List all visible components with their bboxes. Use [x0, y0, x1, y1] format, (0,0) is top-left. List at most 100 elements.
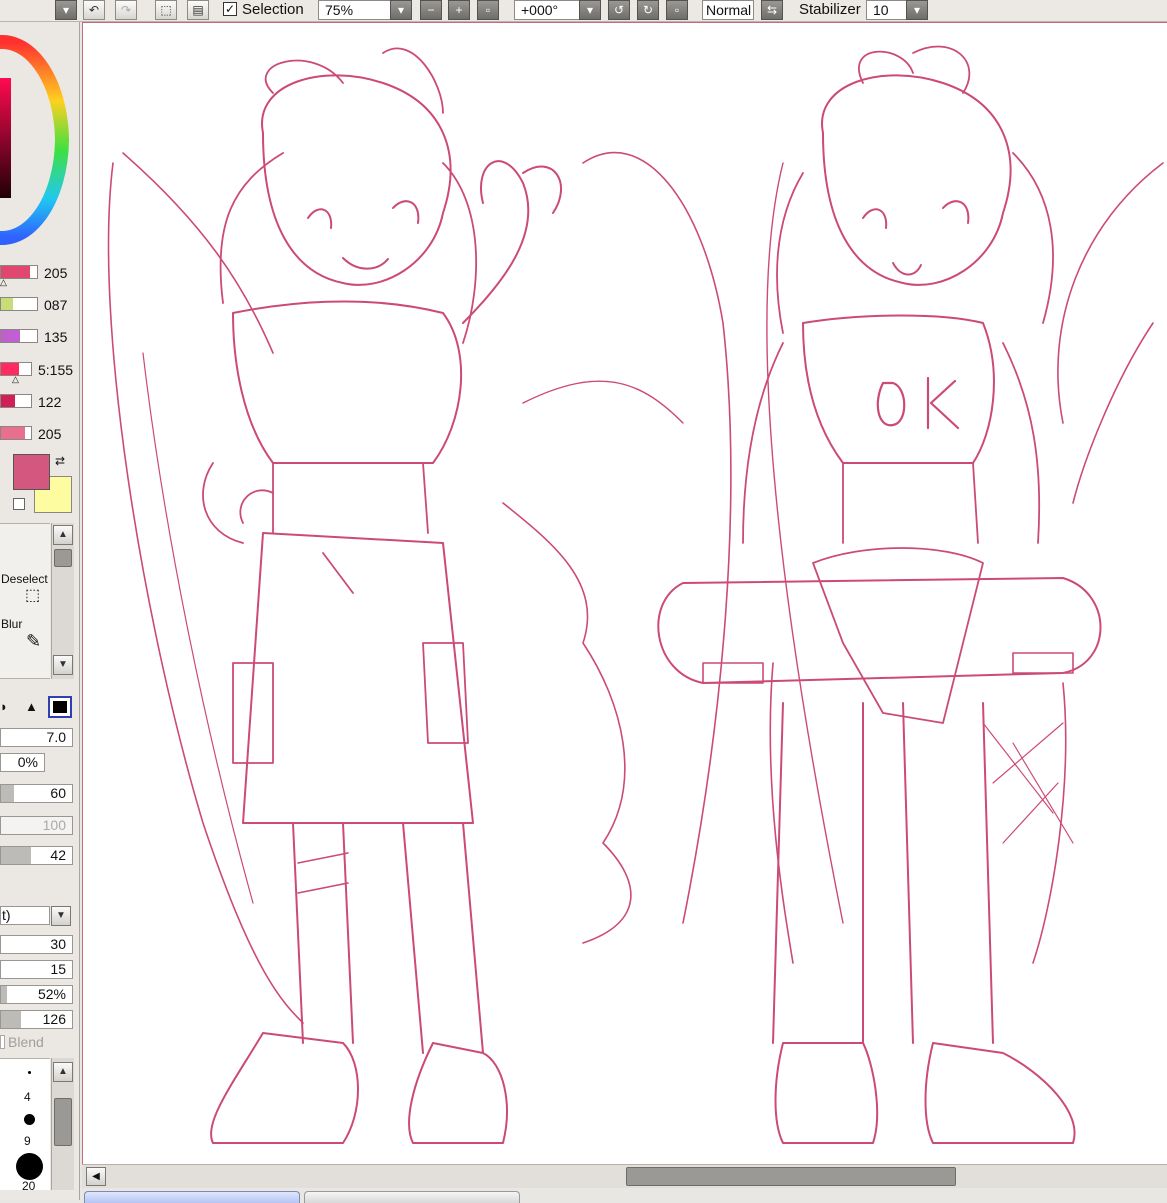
right-figure-ok-letters-stroke — [876, 376, 960, 430]
color-slider-2[interactable] — [0, 297, 38, 311]
rotation-chevron-icon[interactable]: ▾ — [579, 0, 601, 20]
param-4-field[interactable]: 126 — [0, 1010, 73, 1029]
tool-list: Deselect ⬚ Blur ✎ — [0, 523, 50, 679]
sketch-artwork[interactable] — [83, 23, 1167, 1164]
dot-size-9-icon[interactable] — [24, 1114, 35, 1125]
brush-size-value: 7.0 — [46, 729, 66, 745]
canvas-scroll-thumb[interactable] — [626, 1167, 956, 1186]
slider-marker-icon: △ — [12, 374, 19, 384]
rotate-right-icon[interactable]: ↻ — [637, 0, 659, 20]
redo-icon[interactable]: ↷ — [115, 0, 137, 20]
left-figure-sock-stroke — [297, 852, 349, 894]
param-3-bar — [1, 986, 7, 1003]
swap-colors-icon[interactable]: ⇄ — [55, 454, 65, 468]
left-figure-pockets-stroke — [232, 552, 469, 764]
color-wheel[interactable] — [0, 30, 70, 250]
param-3-value: 52% — [37, 986, 66, 1002]
center-wing-stroke — [582, 151, 732, 924]
left-figure-shorts-stroke — [242, 532, 474, 824]
deselect-icon[interactable]: ⬚ — [155, 0, 177, 20]
disabled-field: 100 — [0, 816, 73, 835]
brush-size-scrollbar[interactable]: ▲ — [51, 1058, 74, 1190]
zoom-dropdown-chevron-icon[interactable]: ▾ — [390, 0, 412, 20]
blend-mode-dropdown[interactable]: Normal — [702, 0, 754, 20]
dot-size-20-label: 20 — [22, 1179, 36, 1193]
flip-horizontal-icon[interactable]: ⇆ — [761, 0, 783, 20]
blend-mode-value: Normal — [706, 2, 752, 18]
scroll-left-icon[interactable]: ◀ — [86, 1167, 106, 1186]
right-figure-eyes-stroke — [862, 200, 970, 229]
dot-size-20-icon[interactable] — [16, 1153, 43, 1180]
saturation-square[interactable] — [0, 78, 11, 198]
right-figure-left-shoe-stroke — [774, 1042, 879, 1144]
param-4-value: 126 — [42, 1011, 66, 1027]
drawing-canvas[interactable] — [82, 22, 1167, 1164]
blending-field[interactable]: 42 — [0, 846, 73, 865]
right-figure-hair-stroke — [776, 45, 1054, 334]
blur-tool-icon[interactable]: ✎ — [26, 632, 41, 650]
right-figure-tied-shirt-stroke — [812, 547, 984, 724]
rotation-value: +000° — [521, 2, 559, 18]
zoom-out-icon[interactable]: − — [420, 0, 442, 20]
density-bar — [1, 785, 14, 802]
wing-scallop-stroke — [522, 380, 684, 424]
right-figure-midriff-stroke — [842, 462, 979, 544]
scroll-up-icon[interactable]: ▲ — [53, 1062, 73, 1082]
primary-color-swatch[interactable] — [13, 454, 50, 490]
param-2-field[interactable]: 15 — [0, 960, 73, 979]
tool-list-scroll-thumb[interactable] — [54, 549, 72, 567]
left-figure-hip-arm-stroke — [202, 462, 274, 544]
canvas-horizontal-scrollbar[interactable]: ◀ — [82, 1164, 1167, 1188]
color-slider-2-value: 087 — [44, 297, 68, 313]
color-slider-1-value: 205 — [44, 265, 68, 281]
right-figure-pants-stroke — [772, 702, 994, 1044]
document-tab-active[interactable] — [84, 1191, 300, 1203]
brush-shape-square-icon[interactable] — [48, 696, 72, 718]
brush-size-field[interactable]: 7.0 — [0, 728, 73, 747]
param-1-value: 30 — [50, 936, 66, 952]
param-2-value: 15 — [50, 961, 66, 977]
zoom-in-icon[interactable]: + — [448, 0, 470, 20]
left-figure-raised-arm-stroke — [462, 160, 563, 324]
mode-dropdown[interactable]: t) — [0, 906, 50, 925]
right-figure-right-shoe-stroke — [924, 1042, 1076, 1144]
mode-value: t) — [2, 907, 11, 923]
stabilizer-value: 10 — [873, 2, 889, 18]
left-wing-inner-stroke — [142, 352, 254, 904]
zoom-value: 75% — [325, 2, 354, 18]
document-tab[interactable] — [304, 1191, 520, 1203]
color-slider-5[interactable] — [0, 394, 32, 408]
brush-size-scroll-thumb[interactable] — [54, 1098, 72, 1146]
brush-shape-selector: ◗ ▲ — [0, 696, 74, 718]
rotate-left-icon[interactable]: ↺ — [608, 0, 630, 20]
invert-selection-icon[interactable]: ▤ — [187, 0, 209, 20]
dot-size-9-label: 9 — [24, 1134, 31, 1148]
tool-list-scrollbar[interactable]: ▲ ▼ — [51, 523, 74, 679]
blend-label: Blend — [8, 1034, 44, 1050]
deselect-tool-icon[interactable]: ⬚ — [25, 588, 40, 604]
right-figure-wing-stroke — [1057, 162, 1164, 504]
rotate-reset-icon[interactable]: ▫ — [666, 0, 688, 20]
brush-shape-flat-icon[interactable]: ▲ — [25, 699, 45, 715]
stabilizer-chevron-icon[interactable]: ▾ — [906, 0, 928, 20]
param-3-field[interactable]: 52% — [0, 985, 73, 1004]
selection-checkbox[interactable]: ✓ — [223, 2, 237, 16]
color-slider-6[interactable] — [0, 426, 32, 440]
zoom-reset-icon[interactable]: ▫ — [477, 0, 499, 20]
color-slider-3[interactable] — [0, 329, 38, 343]
reset-colors-icon[interactable] — [13, 498, 25, 510]
density-field[interactable]: 60 — [0, 784, 73, 803]
panel-toggle-chevron-icon[interactable]: ▾ — [55, 0, 77, 20]
stabilizer-label: Stabilizer — [799, 1, 861, 18]
param-1-field[interactable]: 30 — [0, 935, 73, 954]
brush-shape-round-icon[interactable]: ◗ — [0, 699, 20, 715]
blend-checkbox[interactable] — [0, 1035, 5, 1049]
mode-chevron-icon[interactable]: ▼ — [51, 906, 71, 926]
scroll-down-icon[interactable]: ▼ — [53, 655, 73, 675]
density-value: 60 — [50, 785, 66, 801]
min-size-field[interactable]: 0% — [0, 753, 45, 772]
dot-size-4-icon[interactable] — [28, 1071, 31, 1074]
scroll-up-icon[interactable]: ▲ — [53, 525, 73, 545]
undo-icon[interactable]: ↶ — [83, 0, 105, 20]
left-figure-shirt-stroke — [232, 300, 463, 464]
